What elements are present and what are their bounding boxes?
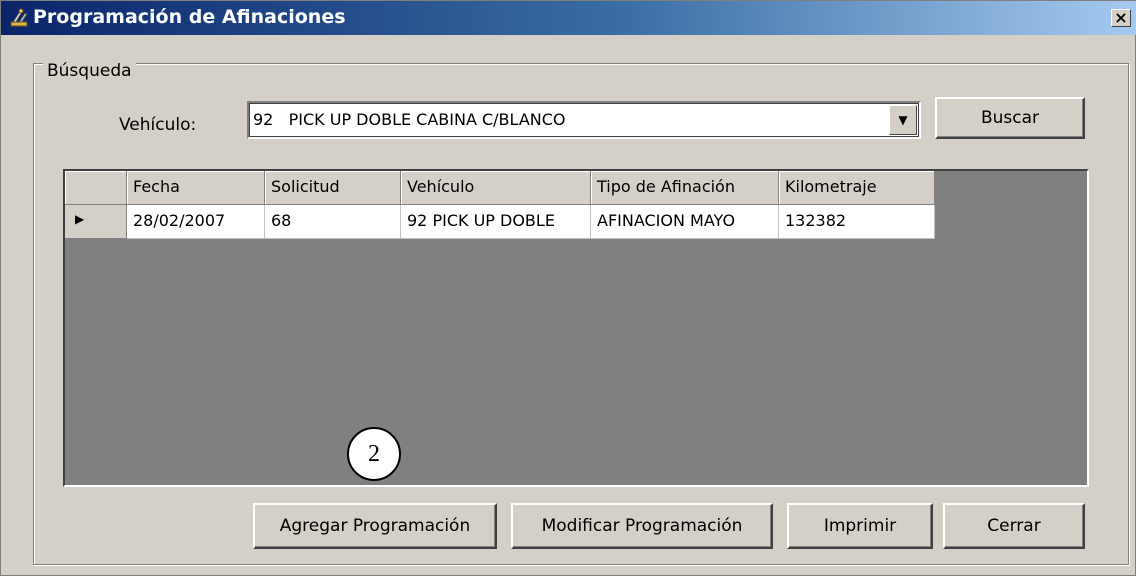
search-button[interactable]: Buscar bbox=[935, 97, 1085, 139]
cell-kilometraje[interactable]: 132382 bbox=[779, 205, 935, 239]
table-row[interactable]: ▶ 28/02/2007 68 92 PICK UP DOBLE AFINACI… bbox=[65, 205, 935, 239]
app-window: Programación de Afinaciones × Búsqueda V… bbox=[0, 0, 1136, 576]
window-title: Programación de Afinaciones bbox=[33, 6, 346, 28]
column-header-fecha[interactable]: Fecha bbox=[127, 171, 265, 205]
close-window-button[interactable]: × bbox=[1111, 9, 1131, 27]
cell-solicitud[interactable]: 68 bbox=[265, 205, 401, 239]
title-bar[interactable]: Programación de Afinaciones × bbox=[1, 1, 1136, 35]
cell-fecha[interactable]: 28/02/2007 bbox=[127, 205, 265, 239]
wrench-tool-icon bbox=[9, 7, 31, 29]
row-selector-icon[interactable]: ▶ bbox=[65, 205, 127, 239]
add-schedule-button[interactable]: Agregar Programación bbox=[253, 503, 497, 549]
column-header-solicitud[interactable]: Solicitud bbox=[265, 171, 401, 205]
callout-marker: 2 bbox=[347, 427, 401, 481]
cell-tipo-afinacion[interactable]: AFINACION MAYO bbox=[591, 205, 779, 239]
dropdown-arrow-icon[interactable]: ▼ bbox=[889, 105, 917, 135]
grid-corner-cell bbox=[65, 171, 127, 205]
vehicle-dropdown[interactable]: 92 PICK UP DOBLE CABINA C/BLANCO ▼ bbox=[247, 101, 921, 139]
search-group-label: Búsqueda bbox=[43, 61, 136, 81]
cell-vehiculo[interactable]: 92 PICK UP DOBLE bbox=[401, 205, 591, 239]
column-header-kilometraje[interactable]: Kilometraje bbox=[779, 171, 935, 205]
modify-schedule-button[interactable]: Modificar Programación bbox=[511, 503, 773, 549]
schedule-grid[interactable]: Fecha Solicitud Vehículo Tipo de Afinaci… bbox=[63, 169, 1089, 487]
column-header-vehiculo[interactable]: Vehículo bbox=[401, 171, 591, 205]
vehicle-label: Vehículo: bbox=[119, 115, 197, 135]
vehicle-dropdown-value: 92 PICK UP DOBLE CABINA C/BLANCO bbox=[253, 110, 566, 129]
grid-header-row: Fecha Solicitud Vehículo Tipo de Afinaci… bbox=[65, 171, 935, 205]
column-header-tipo-afinacion[interactable]: Tipo de Afinación bbox=[591, 171, 779, 205]
print-button[interactable]: Imprimir bbox=[787, 503, 933, 549]
close-button[interactable]: Cerrar bbox=[943, 503, 1085, 549]
